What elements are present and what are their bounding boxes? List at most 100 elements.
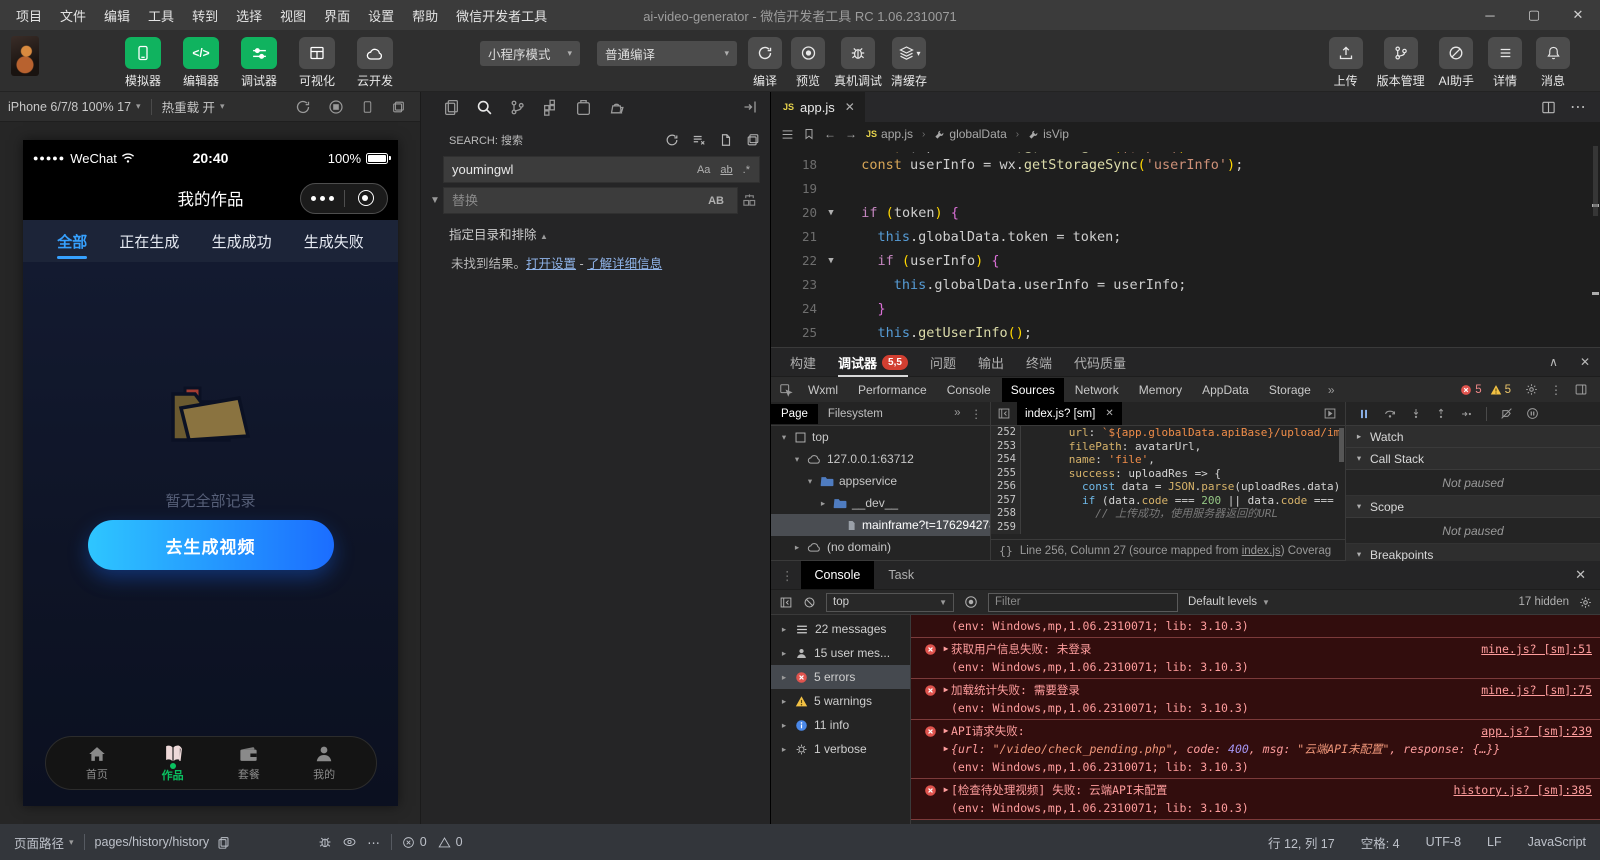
editor-more-icon[interactable]: ⋯	[1570, 97, 1586, 117]
fold-arrow-icon[interactable]: ▼	[823, 249, 839, 273]
devtools-tab-Console[interactable]: Console	[938, 378, 1000, 402]
inspect-icon[interactable]	[779, 383, 793, 397]
breadcrumb-file[interactable]: JSapp.js	[866, 127, 913, 141]
menu-item-0[interactable]: 项目	[8, 3, 50, 28]
compile-mode-select[interactable]: 普通编译▾	[597, 41, 737, 66]
sim-stop-icon[interactable]	[328, 99, 344, 115]
tree-tab-Filesystem[interactable]: Filesystem	[818, 404, 893, 424]
step-out-icon[interactable]	[1435, 407, 1447, 420]
clear-console-icon[interactable]	[803, 596, 816, 609]
console-tab-Console[interactable]: Console	[801, 561, 875, 589]
expand-arrow-icon[interactable]: ▶	[941, 681, 951, 699]
whole-word-button[interactable]: ab	[718, 163, 734, 177]
phone-tab-全部[interactable]: 全部	[55, 222, 89, 261]
tabbar-item-我的[interactable]: 我的	[313, 744, 335, 782]
breadcrumb-symbol[interactable]: isVip	[1028, 127, 1069, 141]
toggle-replace-icon[interactable]: ▼	[427, 195, 443, 206]
tree-expand-icon[interactable]: ▾	[779, 432, 789, 443]
outline-icon[interactable]	[781, 128, 794, 141]
console-filter-11 info[interactable]: ▸11 info	[771, 713, 910, 737]
toolbar-模拟器-button[interactable]: 模拟器	[120, 37, 166, 89]
panel-tab-终端[interactable]: 终端	[1017, 349, 1061, 376]
devtools-tab-Performance[interactable]: Performance	[849, 378, 936, 402]
sim-device-icon[interactable]	[361, 99, 374, 115]
console-filter-1 verbose[interactable]: ▸1 verbose	[771, 737, 910, 761]
menu-item-1[interactable]: 文件	[52, 3, 94, 28]
applet-icon[interactable]	[575, 99, 592, 116]
tree-node-appservice[interactable]: ▾appservice	[771, 470, 990, 492]
console-sidebar-toggle-icon[interactable]	[779, 596, 793, 609]
toolbar-AI助手-button[interactable]: AI助手	[1439, 37, 1474, 89]
fold-arrow-icon[interactable]: ▼	[823, 201, 839, 225]
tree-expand-icon[interactable]: ▾	[792, 454, 802, 465]
phone-tab-生成失败[interactable]: 生成失败	[302, 222, 366, 261]
deactivate-breakpoints-icon[interactable]	[1500, 407, 1513, 420]
devtools-tab-Memory[interactable]: Memory	[1130, 378, 1191, 402]
cursor-position[interactable]: 行 12, 列 17	[1268, 833, 1335, 852]
pause-on-exceptions-icon[interactable]	[1526, 407, 1539, 420]
eol[interactable]: LF	[1487, 833, 1502, 852]
pretty-print-icon[interactable]	[1323, 407, 1345, 420]
breadcrumb-symbol[interactable]: globalData	[934, 127, 1006, 141]
open-in-editor-icon[interactable]	[746, 133, 760, 147]
console-levels-select[interactable]: Default levels▼	[1188, 596, 1270, 608]
tree-more-tabs-icon[interactable]: »	[954, 407, 960, 421]
expand-arrow-icon[interactable]: ▶	[941, 640, 951, 658]
console-filter-15 user mes...[interactable]: ▸15 user mes...	[771, 641, 910, 665]
panel-tab-构建[interactable]: 构建	[781, 349, 825, 376]
console-settings-icon[interactable]	[1579, 596, 1592, 609]
devtools-tab-Sources[interactable]: Sources	[1002, 378, 1064, 402]
tea-icon[interactable]	[608, 99, 625, 116]
replace-all-icon[interactable]	[738, 193, 760, 208]
console-tab-Task[interactable]: Task	[874, 561, 928, 589]
step-icon[interactable]	[1460, 408, 1473, 420]
call-stack-section[interactable]: ▾Call Stack	[1346, 448, 1600, 470]
page-path-select[interactable]: 页面路径▾	[14, 833, 74, 852]
menu-item-3[interactable]: 工具	[140, 3, 182, 28]
tree-menu-icon[interactable]: ⋮	[971, 407, 983, 421]
source-control-icon[interactable]	[509, 99, 526, 116]
extensions-icon[interactable]	[542, 99, 559, 116]
breakpoints-section[interactable]: ▾Breakpoints	[1346, 544, 1600, 561]
panel-grip-icon[interactable]: ⋮	[771, 568, 801, 583]
console-filter-input[interactable]	[988, 593, 1178, 612]
console-filter-5 errors[interactable]: ▸5 errors	[771, 665, 910, 689]
match-case-button[interactable]: Aa	[695, 163, 712, 177]
devtools-more-icon[interactable]: ⋮	[1550, 383, 1562, 397]
panel-tab-输出[interactable]: 输出	[969, 349, 1013, 376]
close-panel-icon[interactable]: ✕	[1580, 355, 1590, 369]
menu-item-9[interactable]: 帮助	[404, 3, 446, 28]
toolbar-真机调试-button[interactable]: 真机调试	[834, 37, 882, 89]
language-mode[interactable]: JavaScript	[1528, 833, 1586, 852]
tabbar-item-作品[interactable]: 作品	[161, 743, 185, 783]
sources-scrollbar[interactable]	[1339, 428, 1344, 462]
dock-side-icon[interactable]	[1574, 383, 1588, 396]
tree-node-mainframe?t=1762942780[interactable]: mainframe?t=1762942780	[771, 514, 990, 536]
split-editor-icon[interactable]	[1541, 100, 1556, 115]
tree-expand-icon[interactable]: ▸	[792, 542, 802, 553]
editor-scrollbar[interactable]	[1593, 146, 1598, 216]
toolbar-编译-button[interactable]: 编译	[748, 37, 782, 89]
sources-code-view[interactable]: 252 url: `${app.globalData.apiBase}/uplo…	[991, 426, 1345, 539]
eye-filter-icon[interactable]	[964, 595, 978, 609]
hot-reload-select[interactable]: 热重载 开▾	[162, 97, 225, 116]
statusbar-more-icon[interactable]: ⋯	[367, 835, 381, 850]
expand-icon[interactable]: ▸	[779, 648, 789, 659]
explorer-icon[interactable]	[443, 99, 460, 116]
expand-arrow-icon[interactable]: ▶	[941, 781, 951, 799]
console-context-select[interactable]: top▼	[826, 593, 954, 612]
toolbar-消息-button[interactable]: 消息	[1536, 37, 1570, 89]
menu-item-5[interactable]: 选择	[228, 3, 270, 28]
menu-item-4[interactable]: 转到	[184, 3, 226, 28]
toolbar-编辑器-button[interactable]: </>编辑器	[178, 37, 224, 89]
tab-close-icon[interactable]: ✕	[1105, 408, 1113, 419]
show-navigator-icon[interactable]	[991, 407, 1017, 420]
tree-node-__dev__[interactable]: ▸__dev__	[771, 492, 990, 514]
step-over-icon[interactable]	[1383, 407, 1397, 420]
close-miniprogram-button[interactable]	[345, 190, 388, 206]
learn-more-link[interactable]: 了解详细信息	[587, 257, 662, 271]
panel-tab-代码质量[interactable]: 代码质量	[1065, 349, 1135, 376]
menu-item-7[interactable]: 界面	[316, 3, 358, 28]
nav-back-icon[interactable]: ←	[824, 127, 836, 141]
minimize-button[interactable]: ─	[1468, 0, 1512, 30]
